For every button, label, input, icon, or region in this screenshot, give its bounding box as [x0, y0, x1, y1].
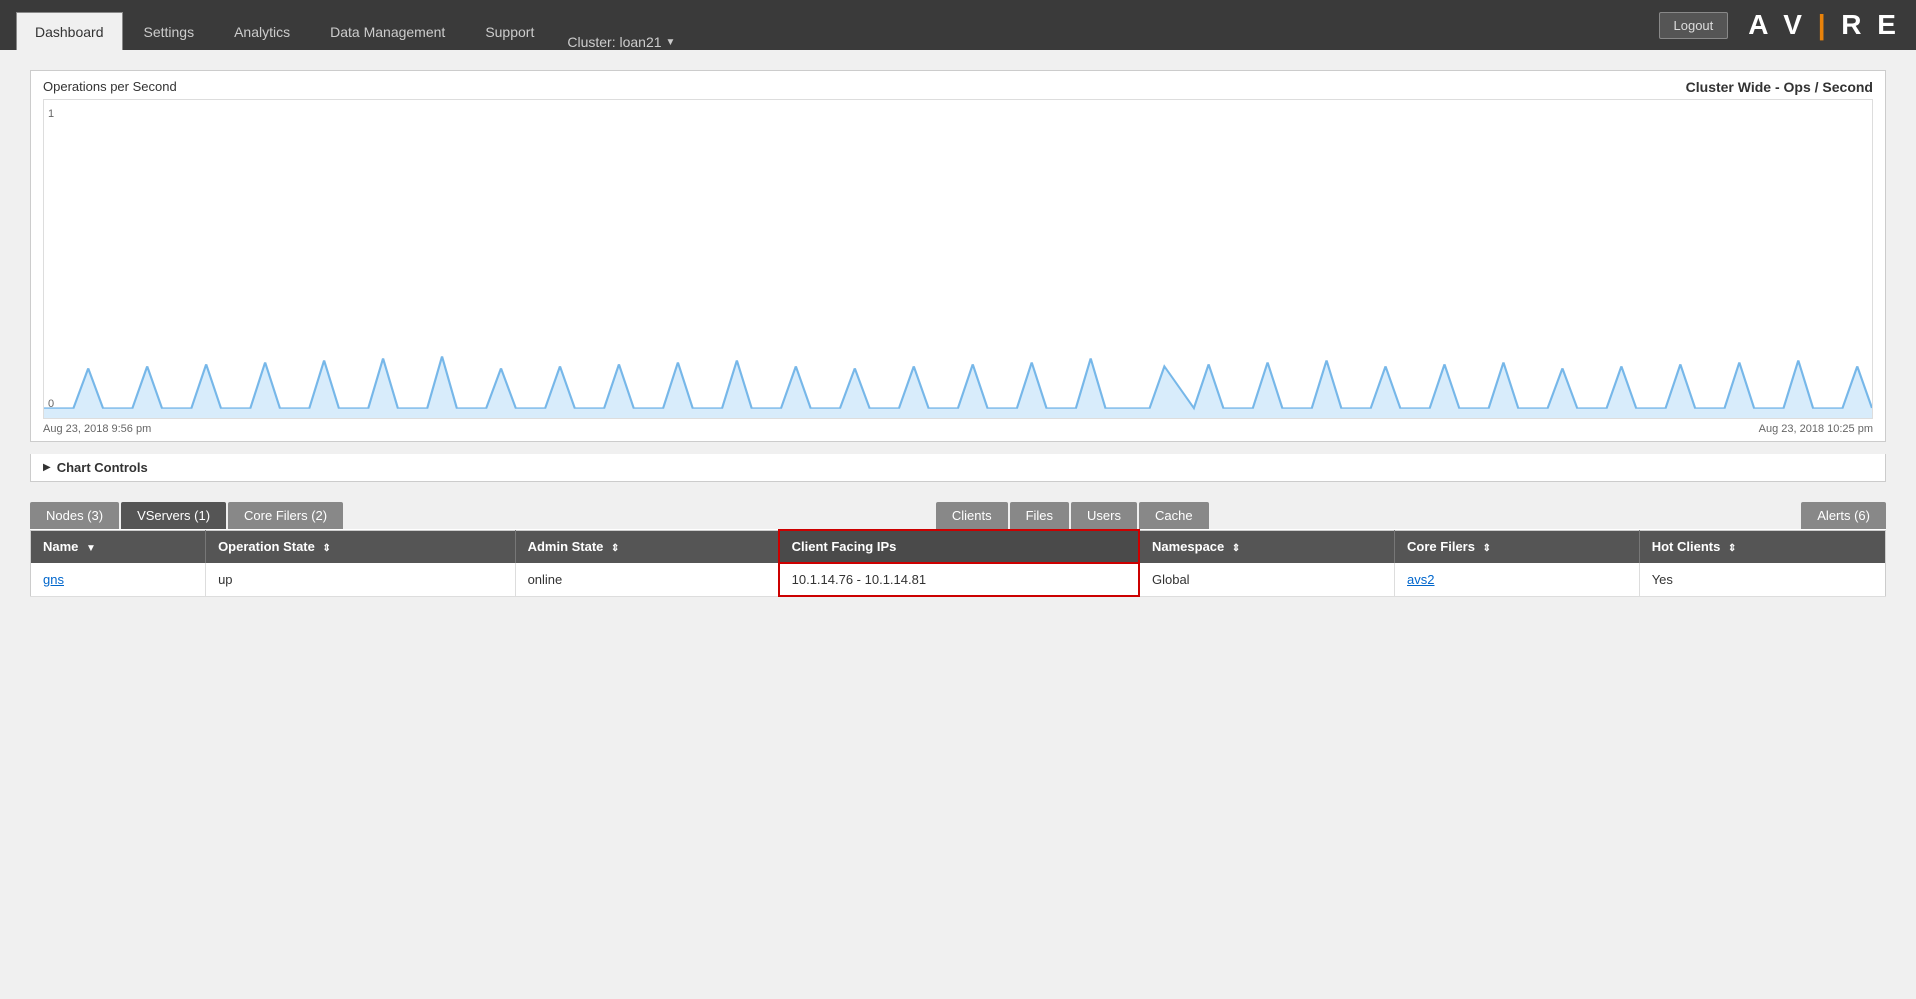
cluster-selector[interactable]: Cluster: loan21 ▼	[567, 34, 675, 50]
chart-timestamps: Aug 23, 2018 9:56 pm Aug 23, 2018 10:25 …	[31, 419, 1885, 441]
chart-area: 1 0	[43, 99, 1873, 419]
tab-analytics[interactable]: Analytics	[215, 12, 309, 50]
col-header-admin-state[interactable]: Admin State ⇕	[515, 530, 779, 563]
cluster-dropdown-arrow: ▼	[666, 37, 676, 48]
chart-controls-arrow-icon: ▶	[43, 462, 51, 473]
header-right: Logout A V | R E	[1659, 9, 1901, 41]
core-filers-link[interactable]: avs2	[1407, 572, 1434, 587]
col-header-hot-clients[interactable]: Hot Clients ⇕	[1639, 530, 1885, 563]
sort-icon-core-filers: ⇕	[1483, 543, 1491, 554]
sort-icon-hot-clients: ⇕	[1728, 543, 1736, 554]
col-header-namespace[interactable]: Namespace ⇕	[1139, 530, 1395, 563]
chart-header: Operations per Second Cluster Wide - Ops…	[31, 71, 1885, 99]
cell-core-filers: avs2	[1395, 563, 1640, 596]
tab-settings[interactable]: Settings	[125, 12, 214, 50]
tab-vservers[interactable]: VServers (1)	[121, 502, 226, 529]
table-section: Nodes (3) VServers (1) Core Filers (2) C…	[30, 502, 1886, 597]
tab-users[interactable]: Users	[1071, 502, 1137, 529]
main-content: Operations per Second Cluster Wide - Ops…	[0, 50, 1916, 617]
tab-support[interactable]: Support	[466, 12, 553, 50]
nav-tabs: Dashboard Settings Analytics Data Manage…	[16, 0, 675, 50]
chart-svg	[44, 100, 1872, 418]
vserver-name-link[interactable]: gns	[43, 572, 64, 587]
tab-core-filers[interactable]: Core Filers (2)	[228, 502, 343, 529]
col-header-operation-state[interactable]: Operation State ⇕	[206, 530, 516, 563]
col-header-client-facing-ips[interactable]: Client Facing IPs	[779, 530, 1139, 563]
tab-alerts[interactable]: Alerts (6)	[1801, 502, 1886, 529]
tab-nodes[interactable]: Nodes (3)	[30, 502, 119, 529]
chart-y-min: 0	[48, 398, 54, 410]
cell-client-facing-ips: 10.1.14.76 - 10.1.14.81	[779, 563, 1139, 596]
logout-button[interactable]: Logout	[1659, 12, 1729, 39]
header: Dashboard Settings Analytics Data Manage…	[0, 0, 1916, 50]
chart-y-max: 1	[48, 108, 54, 120]
tab-clients[interactable]: Clients	[936, 502, 1008, 529]
cell-hot-clients: Yes	[1639, 563, 1885, 596]
chart-subtitle: Cluster Wide - Ops / Second	[1686, 79, 1873, 95]
chart-section: Operations per Second Cluster Wide - Ops…	[30, 70, 1886, 442]
cell-operation-state: up	[206, 563, 516, 596]
table-tabs: Nodes (3) VServers (1) Core Filers (2) C…	[30, 502, 1886, 529]
sort-icon-namespace: ⇕	[1232, 543, 1240, 554]
cell-namespace: Global	[1139, 563, 1395, 596]
chart-controls-toggle[interactable]: ▶ Chart Controls	[30, 454, 1886, 482]
avere-logo: A V | R E	[1748, 9, 1900, 41]
cell-name: gns	[31, 563, 206, 596]
col-header-name[interactable]: Name ▼	[31, 530, 206, 563]
chart-timestamp-start: Aug 23, 2018 9:56 pm	[43, 423, 151, 435]
table-row: gns up online 10.1.14.76 - 10.1.14.81 Gl…	[31, 563, 1886, 596]
table-header-row: Name ▼ Operation State ⇕ Admin State ⇕ C…	[31, 530, 1886, 563]
cell-admin-state: online	[515, 563, 779, 596]
cluster-label: Cluster: loan21	[567, 34, 661, 50]
chart-title: Operations per Second	[43, 79, 177, 94]
tab-data-management[interactable]: Data Management	[311, 12, 464, 50]
tab-files[interactable]: Files	[1010, 502, 1069, 529]
tab-cache[interactable]: Cache	[1139, 502, 1209, 529]
chart-timestamp-end: Aug 23, 2018 10:25 pm	[1759, 423, 1873, 435]
data-table: Name ▼ Operation State ⇕ Admin State ⇕ C…	[30, 529, 1886, 597]
sort-icon-name: ▼	[86, 543, 96, 554]
chart-controls-label: Chart Controls	[57, 460, 148, 475]
tab-dashboard[interactable]: Dashboard	[16, 12, 123, 50]
sort-icon-admin-state: ⇕	[611, 543, 619, 554]
sort-icon-operation-state: ⇕	[322, 543, 330, 554]
col-header-core-filers[interactable]: Core Filers ⇕	[1395, 530, 1640, 563]
